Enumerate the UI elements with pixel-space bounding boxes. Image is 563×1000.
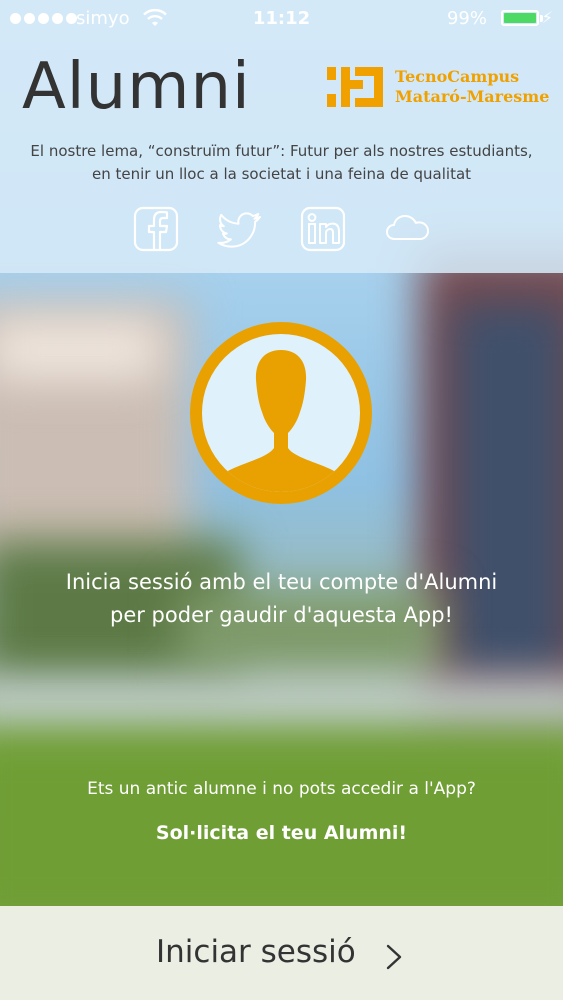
motto-text: El nostre lema, “construïm futur”: Futur… xyxy=(0,140,563,186)
charging-icon: ⚡ xyxy=(541,8,553,27)
message-line1: Inicia sessió amb el teu compte d'Alumni xyxy=(65,570,498,594)
tecnocampus-logo-mark-icon xyxy=(327,67,383,107)
former-student-question: Ets un antic alumne i no pots accedir a … xyxy=(87,779,476,799)
request-alumni-link[interactable]: Sol·licita el teu Alumni! xyxy=(0,822,563,844)
tecnocampus-logo: TecnoCampus Mataró-Maresme xyxy=(327,67,549,107)
avatar xyxy=(190,322,372,504)
cloud-icon[interactable] xyxy=(384,206,432,254)
battery-percent: 99% xyxy=(446,8,487,29)
logo-line2: Mataró-Maresme xyxy=(395,87,550,106)
login-prompt-message: Inicia sessió amb el teu compte d'Alumni… xyxy=(0,566,563,632)
login-button[interactable]: Iniciar sessió xyxy=(0,906,563,1000)
status-bar: simyo 11:12 99% ⚡ xyxy=(0,0,563,40)
battery-icon xyxy=(501,10,539,26)
login-button-label: Iniciar sessió xyxy=(156,934,356,970)
motto-line1: El nostre lema, “construïm futur”: Futur… xyxy=(30,142,533,160)
twitter-icon[interactable] xyxy=(216,206,264,254)
user-silhouette-icon xyxy=(210,350,352,492)
chevron-right-icon xyxy=(386,944,402,970)
logo-line1: TecnoCampus xyxy=(395,67,520,86)
linkedin-icon[interactable] xyxy=(300,206,348,254)
page-title: Alumni xyxy=(22,50,251,124)
motto-line2: en tenir un lloc a la societat i una fei… xyxy=(91,165,472,183)
social-links xyxy=(0,206,563,254)
facebook-icon[interactable] xyxy=(133,206,181,254)
message-line2: per poder gaudir d'aquesta App! xyxy=(110,603,453,627)
